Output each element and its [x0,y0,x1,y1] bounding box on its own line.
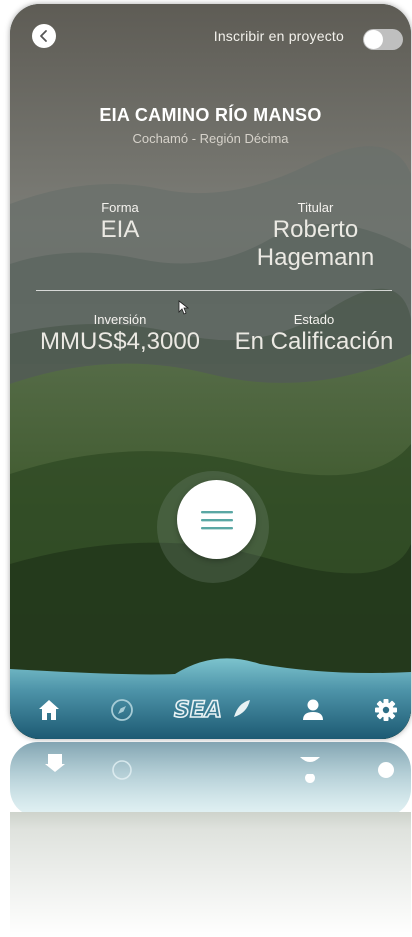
gear-icon [375,699,397,721]
titular-value-line1: Roberto [272,216,359,243]
titular-field: Titular Roberto Hagemann [238,200,393,271]
mouse-cursor-icon [178,300,190,315]
project-title: EIA CAMINO RÍO MANSO [99,105,322,125]
user-icon [303,699,323,720]
bottom-nav: SEA [10,659,411,739]
forma-value: EIA [100,216,140,243]
home-icon [39,700,59,720]
nav-sea-logo[interactable]: SEA [172,695,252,725]
back-button[interactable] [32,24,56,48]
enroll-label: Inscribir en proyecto [213,28,344,44]
titular-label: Titular [297,200,334,215]
compass-icon [111,699,133,721]
nav-home[interactable] [34,695,64,725]
chevron-left-icon [40,30,47,42]
inversion-field: Inversión MMUS$4,3000 [36,312,204,355]
estado-value: En Calificación [234,328,394,355]
divider [36,290,392,291]
nav-explore[interactable] [107,695,137,725]
nav-settings[interactable] [371,695,401,725]
forma-field: Forma EIA [70,200,170,243]
sea-logo-icon: SEA [173,697,250,724]
enroll-toggle[interactable] [363,29,403,50]
hamburger-icon [200,510,233,529]
reflection-fade [10,742,411,937]
forma-label: Forma [101,200,139,215]
estado-label: Estado [293,312,335,327]
phone-screen: Inscribir en proyecto EIA CAMINO RÍO MAN… [10,4,411,739]
reflection [10,742,411,937]
toggle-knob [364,30,383,49]
nav-profile[interactable] [298,695,328,725]
menu-button[interactable] [177,480,256,559]
estado-field: Estado En Calificación [224,312,404,355]
project-subtitle: Cochamó - Región Décima [132,131,289,146]
inversion-value: MMUS$4,3000 [39,328,201,355]
titular-value-line2: Hagemann [256,244,375,271]
top-bar: Inscribir en proyecto [10,4,411,74]
sea-logo-text: SEA [174,698,222,723]
